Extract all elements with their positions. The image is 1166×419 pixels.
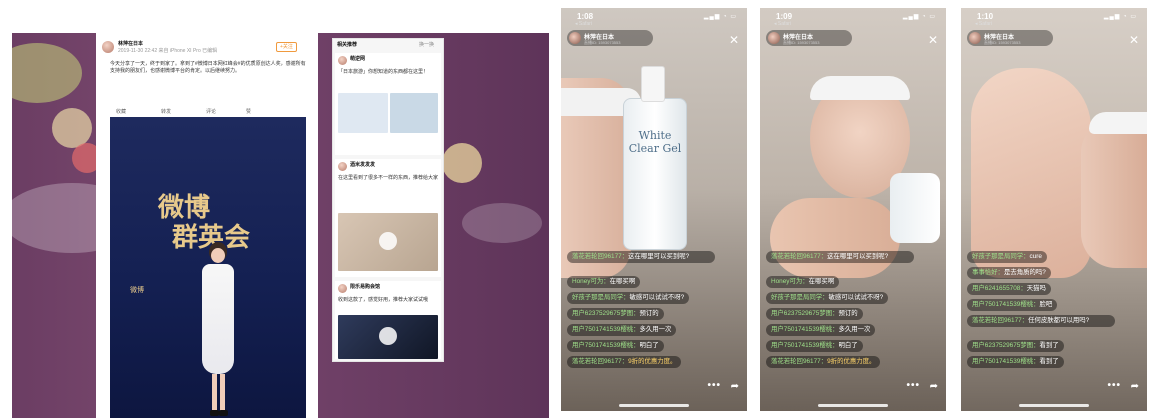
host-badge[interactable]: 林萍在日本 直播ID: 1593073553 (967, 30, 1053, 46)
feed-item[interactable]: 萌逆网 「日本旅游」你想知道的东西都在这里！ (335, 53, 441, 155)
raised-hand (971, 68, 1091, 278)
chat-comment: 落花若轮回96177：9折的优惠力度。 (766, 356, 881, 368)
post-meta: 2019-11-30 22:42 来自 iPhone XI Pro 已编辑 (118, 48, 218, 54)
post-action-repost[interactable]: 转发 (161, 109, 171, 116)
hand (770, 198, 900, 278)
streamer-face (1081, 118, 1147, 268)
home-indicator (1019, 404, 1089, 407)
livestream-phone-3: 1:10 ◂ Safari ▂▄▆ ◔ ▭ 林萍在日本 直播ID: 159307… (961, 8, 1147, 411)
more-icon[interactable]: ••• (906, 380, 920, 391)
feed-item-text: 「日本旅游」你想知道的东西都在这里！ (338, 69, 429, 75)
avatar[interactable] (102, 41, 114, 53)
avatar (338, 284, 347, 293)
host-id: 直播ID: 1593073553 (783, 40, 820, 45)
status-time: 1:08 (577, 12, 594, 21)
avatar (338, 162, 347, 171)
more-icon[interactable]: ••• (1107, 380, 1121, 391)
livestream-phone-1: White Clear Gel 1:08 ◂ Safari ▂▄▆ ◔ ▭ 林萍… (561, 8, 747, 411)
share-icon[interactable]: ➦ (731, 381, 739, 392)
person-figure (198, 242, 238, 418)
feed-item-text: 收到这款了，感觉好用，推荐大家试试哦 (338, 297, 429, 303)
weibo-post-card: 林萍在日本 2019-11-30 22:42 来自 iPhone XI Pro … (96, 33, 318, 418)
feed-item[interactable]: 限乐易购会馆 收到这款了，感觉好用，推荐大家试试哦 (335, 281, 441, 359)
chat-comment: 好孩子那是局同学：敏感可以试试不呀? (766, 292, 889, 304)
status-bar: 1:09 ◂ Safari ▂▄▆ ◔ ▭ (760, 8, 946, 30)
host-id: 直播ID: 1593073553 (584, 40, 621, 45)
chat-comment: 用户6241655708：天猫吗 (967, 283, 1051, 295)
post-body: 今天分享了一天，终于到家了。拿到了#微博日本网红峰会#的优质原创达人奖，感谢所有… (110, 61, 306, 75)
avatar (569, 32, 581, 44)
signal-wifi-battery-icon: ▂▄▆ ◔ ▭ (703, 14, 737, 20)
chat-comment: 落花若轮回96177：9折的优惠力度。 (567, 356, 682, 368)
chat-comment: 事事恰好：是去角质的吗? (967, 267, 1051, 279)
status-bar: 1:10 ◂ Safari ▂▄▆ ◔ ▭ (961, 8, 1147, 30)
close-icon[interactable]: ✕ (928, 33, 938, 47)
close-icon[interactable]: ✕ (1129, 33, 1139, 47)
headband (1089, 112, 1147, 134)
avatar (768, 32, 780, 44)
chat-comment: 用户7501741539樱桃：明白了 (567, 340, 664, 352)
more-icon[interactable]: ••• (707, 380, 721, 391)
post-action-comment[interactable]: 评论 (206, 109, 216, 116)
event-brand: 微博 (130, 287, 144, 294)
chat-comment: 用户7501741539樱桃：脸吧 (967, 299, 1058, 311)
pump-cap (641, 66, 665, 102)
back-to-safari[interactable]: ◂ Safari (774, 21, 791, 27)
chat-comment: 落花若轮回96177：这在哪里可以买到呢? (766, 251, 914, 263)
feed-item-name: 萌逆网 (350, 56, 366, 62)
chat-comment: 用户6237529675梦图：预订的 (766, 308, 863, 320)
close-icon[interactable]: ✕ (729, 33, 739, 47)
recommend-feed: 相关推荐 换一换 萌逆网 「日本旅游」你想知道的东西都在这里！ 酒米发发发 在这… (332, 38, 444, 362)
feed-thumbnail (390, 93, 438, 133)
home-indicator (619, 404, 689, 407)
avatar (969, 32, 981, 44)
post-action-favorite[interactable]: 收藏 (116, 109, 126, 116)
signal-wifi-battery-icon: ▂▄▆ ◔ ▭ (902, 14, 936, 20)
feed-header: 相关推荐 (337, 42, 358, 48)
weibo-collage: 林萍在日本 2019-11-30 22:42 来自 iPhone XI Pro … (12, 33, 549, 418)
back-to-safari[interactable]: ◂ Safari (975, 21, 992, 27)
post-action-like[interactable]: 赞 (246, 109, 251, 116)
chat-comment: 好孩子那是局同学：敏感可以试试不呀? (567, 292, 690, 304)
share-icon[interactable]: ➦ (1131, 381, 1139, 392)
status-bar: 1:08 ◂ Safari ▂▄▆ ◔ ▭ (561, 8, 747, 30)
feed-item-text: 在这里看到了很多不一样的东西，推荐给大家 (338, 175, 439, 181)
feed-item-name: 酒米发发发 (350, 162, 376, 168)
home-indicator (818, 404, 888, 407)
refresh-button[interactable]: 换一换 (419, 42, 434, 49)
chat-comment: 落花若轮回96177：任何皮肤都可以用吗? (967, 315, 1115, 327)
status-time: 1:09 (776, 12, 793, 21)
livestream-phone-2: 1:09 ◂ Safari ▂▄▆ ◔ ▭ 林萍在日本 直播ID: 159307… (760, 8, 946, 411)
product-bottle (890, 173, 940, 243)
host-id: 直播ID: 1593073553 (984, 40, 1021, 45)
chat-comment: 用户7501741539樱桃：多久用一次 (766, 324, 876, 336)
chat-comment: 用户6237529675梦图：预订的 (567, 308, 664, 320)
avatar (338, 56, 347, 65)
play-icon[interactable] (379, 232, 397, 250)
back-to-safari[interactable]: ◂ Safari (575, 21, 592, 27)
signal-wifi-battery-icon: ▂▄▆ ◔ ▭ (1103, 14, 1137, 20)
host-badge[interactable]: 林萍在日本 直播ID: 1593073553 (766, 30, 852, 46)
chat-comment: 好孩子那是局同学：cure (967, 251, 1047, 263)
host-badge[interactable]: 林萍在日本 直播ID: 1593073553 (567, 30, 653, 46)
headband (810, 76, 910, 100)
chat-comment: 用户7501741539樱桃：明白了 (766, 340, 863, 352)
feed-item[interactable]: 酒米发发发 在这里看到了很多不一样的东西，推荐给大家 (335, 159, 441, 277)
feed-thumbnail (338, 93, 388, 133)
chat-comment: 用户7501741539樱桃：看到了 (967, 356, 1064, 368)
chat-comment: 用户6237529675梦图：看到了 (967, 340, 1064, 352)
event-photo[interactable]: 微博 群英会 微博 (110, 117, 306, 418)
play-icon[interactable] (379, 327, 397, 345)
share-icon[interactable]: ➦ (930, 381, 938, 392)
follow-button[interactable]: +关注 (276, 42, 297, 52)
chat-comment: 落花若轮回96177：这在哪里可以买到呢? (567, 251, 715, 263)
chat-comment: Honey可为：在哪买啊 (766, 276, 840, 288)
product-bottle: White Clear Gel (623, 98, 687, 250)
chat-comment: 用户7501741539樱桃：多久用一次 (567, 324, 677, 336)
product-label: White Clear Gel (628, 129, 682, 155)
chat-comment: Honey可为：在哪买啊 (567, 276, 641, 288)
feed-item-name: 限乐易购会馆 (350, 284, 381, 290)
status-time: 1:10 (977, 12, 994, 21)
post-username[interactable]: 林萍在日本 (118, 41, 143, 48)
